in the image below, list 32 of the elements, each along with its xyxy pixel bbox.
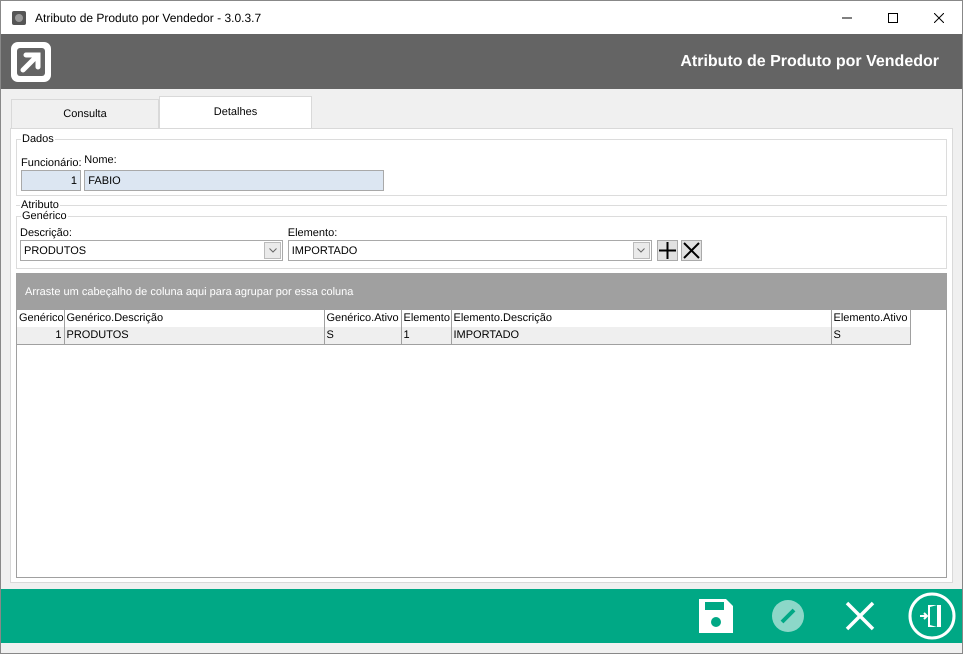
save-icon	[697, 597, 735, 635]
exit-button[interactable]	[908, 592, 956, 640]
table-cell: IMPORTADO	[451, 327, 831, 344]
dropdown-field[interactable]: IMPORTADO	[288, 240, 652, 261]
header-title: Atributo de Produto por Vendedor	[680, 52, 939, 72]
field-label: Funcionário:	[21, 156, 82, 170]
window-title: Atributo de Produto por Vendedor - 3.0.3.7	[35, 10, 262, 26]
chevron-icon	[632, 242, 650, 259]
tab[interactable]: Consulta	[11, 99, 159, 128]
exit-icon	[908, 592, 956, 640]
tab[interactable]: Detalhes	[159, 96, 312, 128]
table-cell: 1	[17, 327, 64, 344]
field-label: Elemento:	[288, 226, 338, 240]
table-cell: S	[831, 327, 910, 344]
field-label: Nome:	[84, 153, 118, 168]
remove-button[interactable]	[681, 240, 702, 261]
id-field[interactable]: 1	[21, 170, 81, 191]
table-cell: PRODUTOS	[64, 327, 324, 344]
close-icon	[845, 601, 875, 631]
field-label: Descrição:	[20, 226, 73, 240]
name-field[interactable]: FABIO	[84, 170, 384, 191]
group-by-area: Arraste um cabeçalho de coluna aqui para agrupar por essa coluna	[17, 274, 946, 310]
maximize-icon	[888, 12, 898, 22]
add-button[interactable]	[657, 240, 678, 261]
chevron-icon	[264, 242, 281, 259]
logo-icon	[11, 42, 51, 82]
dropdown-field[interactable]: PRODUTOS	[20, 240, 283, 261]
table-cell: S	[324, 327, 401, 344]
app-icon	[11, 8, 27, 26]
close-icon	[934, 12, 944, 22]
table-cell: 1	[401, 327, 451, 344]
pencil-icon	[771, 599, 805, 633]
